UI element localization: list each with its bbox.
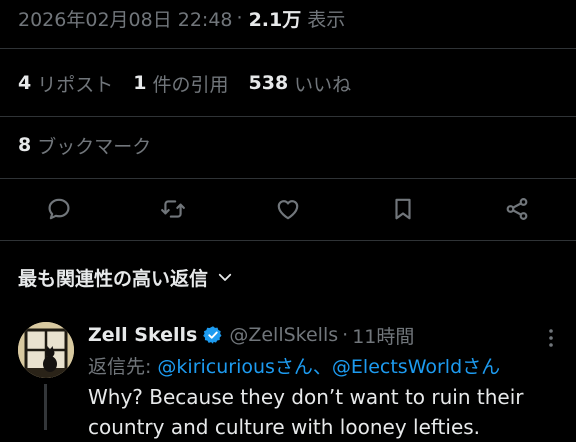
divider: [0, 48, 576, 49]
reply-header: Zell Skells @ZellSkells · 11時間: [88, 320, 556, 350]
bookmarks-count: 8: [18, 134, 32, 156]
reply-to-mentions[interactable]: @kiricuriousさん、@ElectsWorldさん: [157, 352, 500, 379]
action-bar: [0, 188, 576, 230]
views-count[interactable]: 2.1万: [249, 5, 302, 32]
tweet-datetime[interactable]: 2026年02月08日 22:48: [18, 5, 233, 32]
meta-separator: ·: [236, 7, 243, 29]
likes-label: いいね: [294, 73, 352, 96]
quotes-count: 1: [133, 72, 147, 94]
chevron-down-icon: [218, 273, 232, 281]
repost-button[interactable]: [156, 192, 190, 226]
likes-stat[interactable]: 538 いいね: [249, 70, 352, 97]
share-button[interactable]: [500, 192, 534, 226]
tweet-meta: 2026年02月08日 22:48 · 2.1万 表示: [18, 4, 345, 32]
reply-icon: [48, 198, 70, 220]
bookmarks-label: ブックマーク: [37, 135, 152, 158]
repost-icon: [161, 200, 185, 218]
avatar[interactable]: [18, 322, 74, 378]
verified-badge-icon[interactable]: [203, 325, 223, 345]
reply-button[interactable]: [42, 192, 76, 226]
bookmark-button[interactable]: [386, 192, 420, 226]
reply-separator: ·: [342, 324, 349, 346]
divider: [0, 178, 576, 179]
reply-author-handle[interactable]: @ZellSkells: [229, 324, 338, 346]
reposts-stat[interactable]: 4 リポスト: [18, 70, 113, 97]
share-icon: [506, 198, 528, 220]
likes-count: 538: [248, 72, 289, 94]
divider: [0, 240, 576, 241]
like-icon: [277, 200, 299, 220]
engagement-stats: 4 リポスト 1 件の引用 538 いいね: [18, 68, 371, 98]
views-label: 表示: [307, 8, 346, 31]
reply-author-name[interactable]: Zell Skells: [88, 324, 197, 346]
like-button[interactable]: [271, 192, 305, 226]
bookmarks-stat[interactable]: 8 ブックマーク: [18, 130, 151, 160]
divider: [0, 116, 576, 117]
replies-sort-dropdown[interactable]: 最も関連性の高い返信: [18, 262, 234, 292]
reply-text: Why? Because they don’t want to ruin the…: [88, 385, 524, 439]
replies-sort-label: 最も関連性の高い返信: [18, 267, 209, 290]
reply-timestamp[interactable]: 11時間: [352, 322, 414, 349]
quotes-stat[interactable]: 1 件の引用: [133, 70, 228, 97]
reply-tweet[interactable]: Zell Skells @ZellSkells · 11時間 返信先: @kir…: [0, 318, 576, 439]
more-options-icon[interactable]: [548, 328, 554, 348]
reply-to-line: 返信先: @kiricuriousさん、@ElectsWorldさん: [88, 350, 500, 380]
reposts-count: 4: [18, 72, 32, 94]
reply-to-label: 返信先:: [88, 355, 152, 378]
avatar-cat-window-image: [18, 322, 74, 378]
thread-line: [44, 384, 47, 430]
bookmark-icon: [395, 198, 411, 220]
quotes-label: 件の引用: [152, 73, 229, 96]
reposts-label: リポスト: [37, 73, 114, 96]
